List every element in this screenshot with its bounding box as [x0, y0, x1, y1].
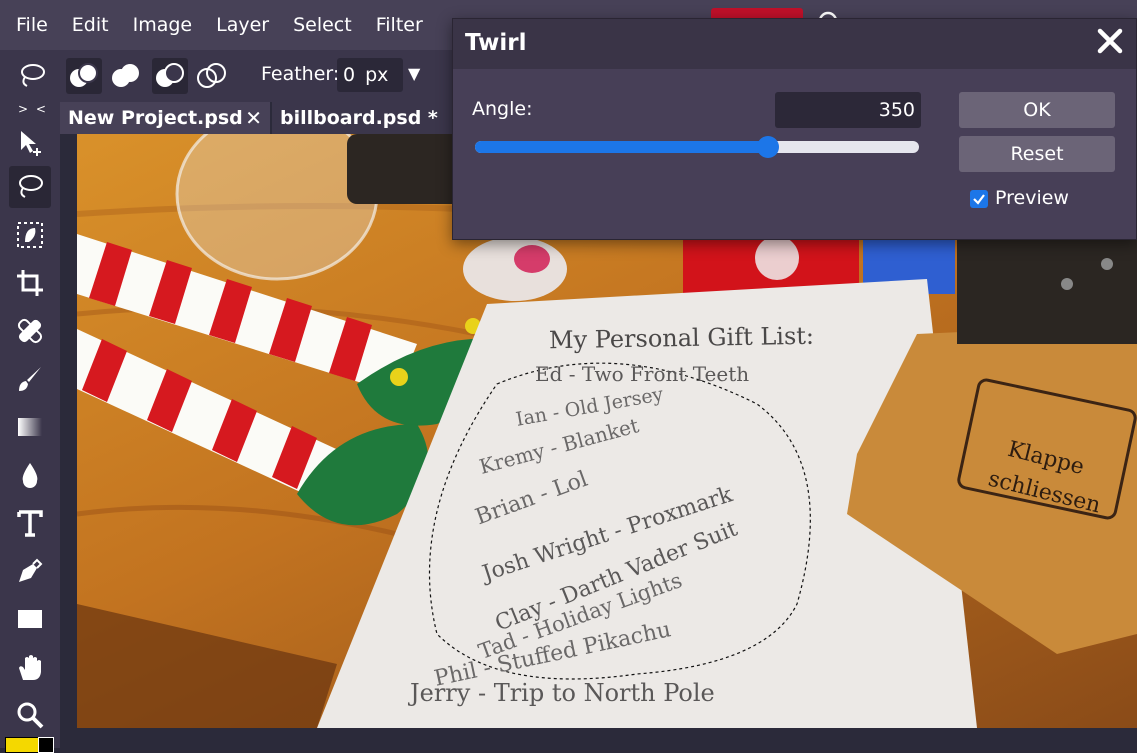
zoom-tool-icon[interactable] — [9, 694, 51, 736]
gradient-tool-icon[interactable] — [9, 406, 51, 448]
tool-panel: > < — [0, 102, 60, 748]
twirl-dialog: Twirl Angle: 350 OK Reset Preview — [452, 18, 1137, 240]
foreground-color-swatch[interactable] — [5, 737, 41, 753]
menu-file[interactable]: File — [16, 14, 48, 36]
menu-layer[interactable]: Layer — [216, 14, 269, 36]
gift-line-1: Ed - Two Front Teeth — [535, 362, 750, 386]
preview-checkbox[interactable] — [970, 190, 988, 208]
background-color-swatch[interactable] — [38, 737, 54, 753]
angle-input[interactable]: 350 — [775, 92, 921, 128]
menu-edit[interactable]: Edit — [72, 14, 109, 36]
slider-thumb[interactable] — [757, 136, 780, 158]
angle-label: Angle: — [472, 98, 533, 120]
lasso-tool-icon[interactable] — [9, 166, 51, 208]
subtract-selection-icon[interactable] — [152, 58, 188, 94]
menu-image[interactable]: Image — [133, 14, 193, 36]
brush-tool-icon[interactable] — [9, 358, 51, 400]
reset-button[interactable]: Reset — [959, 136, 1115, 172]
close-icon[interactable] — [1094, 25, 1126, 57]
new-selection-icon[interactable] — [66, 58, 102, 94]
text-tool-icon[interactable] — [9, 502, 51, 544]
collapse-toggle[interactable]: > < — [18, 102, 48, 116]
feather-label: Feather: — [261, 63, 340, 85]
gift-list-title: My Personal Gift List: — [548, 321, 815, 355]
healing-tool-icon[interactable] — [9, 310, 51, 352]
feather-unit: px — [365, 64, 389, 86]
pen-tool-icon[interactable] — [9, 550, 51, 592]
add-selection-icon[interactable] — [108, 58, 144, 94]
feather-input[interactable]: 0 px — [337, 58, 403, 92]
tab-label: New Project.psd — [68, 107, 243, 129]
intersect-selection-icon[interactable] — [194, 58, 230, 94]
ok-button[interactable]: OK — [959, 92, 1115, 128]
slider-fill — [475, 141, 769, 153]
gift-line-9: Jerry - Trip to North Pole — [410, 679, 715, 707]
tab-label: billboard.psd * — [280, 107, 438, 129]
feather-value: 0 — [343, 64, 356, 86]
blur-tool-icon[interactable] — [9, 454, 51, 496]
lasso-mode-icon[interactable] — [14, 58, 50, 94]
dialog-title: Twirl — [465, 30, 527, 56]
crop-tool-icon[interactable] — [9, 262, 51, 304]
tab-new-project[interactable]: New Project.psd ✕ — [60, 102, 270, 134]
close-icon[interactable]: ✕ — [245, 106, 262, 130]
angle-slider[interactable] — [475, 136, 919, 158]
canvas-bottom-strip — [60, 728, 1137, 748]
preview-label: Preview — [995, 187, 1069, 209]
hand-tool-icon[interactable] — [9, 646, 51, 688]
menu-filter[interactable]: Filter — [376, 14, 423, 36]
rectangle-tool-icon[interactable] — [9, 598, 51, 640]
feather-dropdown-icon[interactable]: ▼ — [408, 64, 420, 83]
dialog-header[interactable]: Twirl — [453, 19, 1136, 69]
quick-select-tool-icon[interactable] — [9, 214, 51, 256]
move-tool-icon[interactable] — [9, 122, 51, 164]
menu-select[interactable]: Select — [293, 14, 352, 36]
